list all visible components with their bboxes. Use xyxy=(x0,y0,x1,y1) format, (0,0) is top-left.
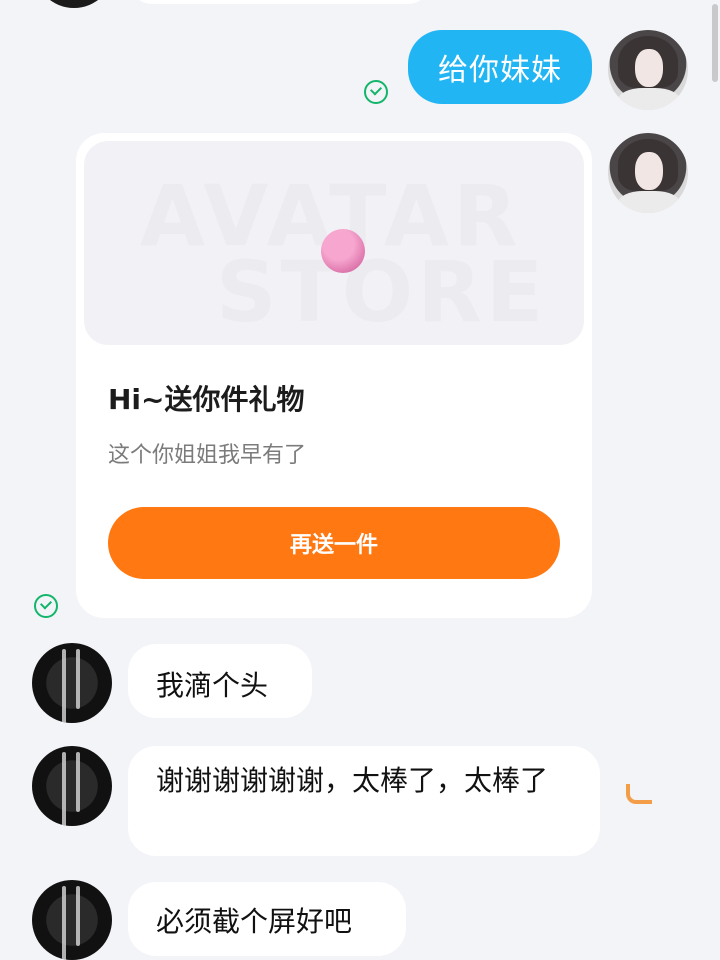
gift-card-subtitle: 这个你姐姐我早有了 xyxy=(108,443,307,468)
message-text: 必须截个屏好吧 xyxy=(156,905,353,938)
avatar-self[interactable] xyxy=(608,30,688,110)
gift-card[interactable]: AVATAR STORE Hi~送你件礼物 这个你姐姐我早有了 再送一件 xyxy=(76,133,592,618)
avatar-friend[interactable] xyxy=(32,880,112,960)
message-bubble-incoming[interactable]: 我滴个头 xyxy=(128,644,312,718)
avatar-friend[interactable] xyxy=(32,643,112,723)
gift-card-title: Hi~送你件礼物 xyxy=(108,383,305,416)
message-bubble-incoming[interactable]: 必须截个屏好吧 xyxy=(128,882,406,956)
gift-banner-image: AVATAR STORE xyxy=(84,141,584,345)
banner-watermark: STORE xyxy=(216,243,548,341)
message-bubble-incoming[interactable]: 谢谢谢谢谢谢，太棒了，太棒了 xyxy=(128,746,600,856)
message-text: 我滴个头 xyxy=(156,669,269,702)
gift-item-image xyxy=(321,229,365,273)
check-circle-icon xyxy=(364,80,388,104)
check-circle-icon xyxy=(34,594,58,618)
quote-icon xyxy=(626,784,652,804)
scrollbar[interactable] xyxy=(712,4,718,82)
message-text: 给你妹妹 xyxy=(438,53,562,88)
send-another-gift-button[interactable]: 再送一件 xyxy=(108,507,560,579)
avatar-friend-previous[interactable] xyxy=(34,0,114,8)
message-bubble-previous xyxy=(130,0,430,4)
message-bubble-outgoing[interactable]: 给你妹妹 xyxy=(408,30,592,104)
avatar-friend[interactable] xyxy=(32,746,112,826)
message-text: 谢谢谢谢谢谢，太棒了，太棒了 xyxy=(156,764,549,797)
avatar-self[interactable] xyxy=(608,133,688,213)
